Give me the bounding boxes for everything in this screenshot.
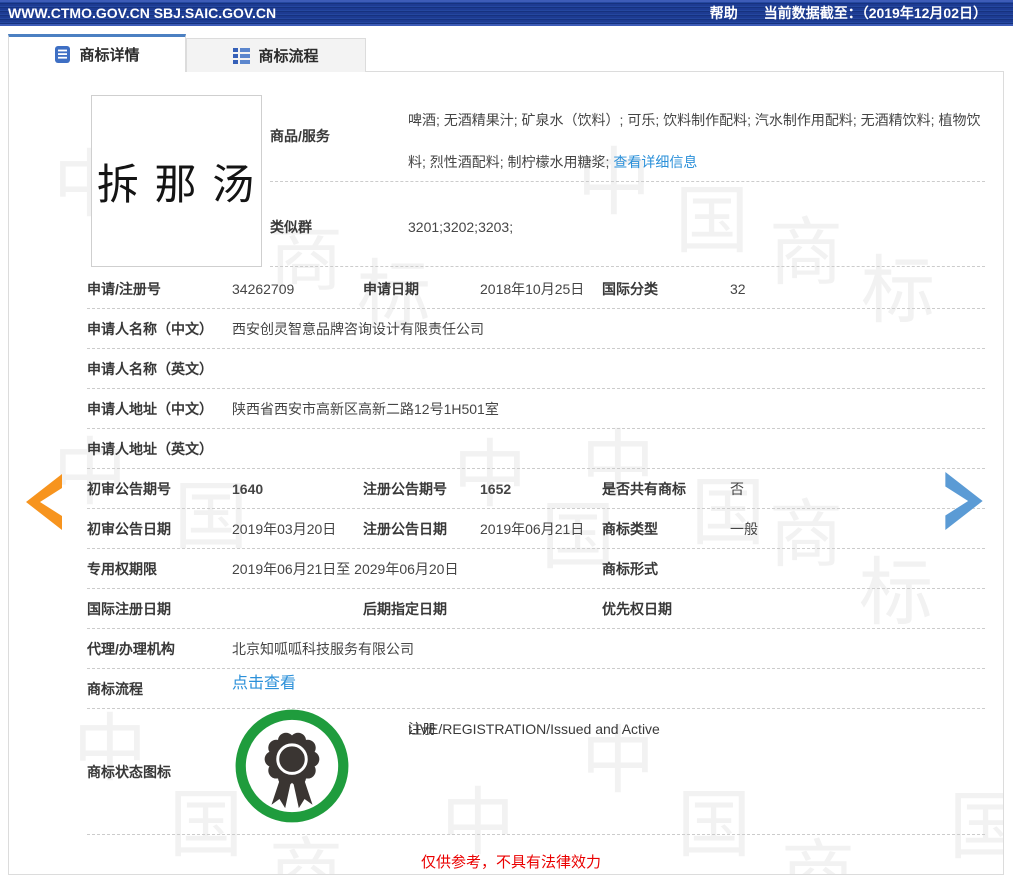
view-details-link[interactable]: 查看详细信息 xyxy=(613,154,697,170)
publication-date-row: 初审公告日期 2019年03月20日 注册公告日期 2019年06月21日 商标… xyxy=(87,509,985,549)
field-label: 申请人名称（中文） xyxy=(87,309,213,349)
field-label: 类似群 xyxy=(270,207,312,247)
field-value: 西安创灵智意品牌咨询设计有限责任公司 xyxy=(232,309,484,349)
field-value: 2019年06月21日至 2029年06月20日 xyxy=(232,549,458,589)
field-value: 北京知呱呱科技服务有限公司 xyxy=(232,629,414,669)
process-list-icon xyxy=(233,47,250,64)
tab-trademark-process[interactable]: 商标流程 xyxy=(186,38,366,72)
field-value: 否 xyxy=(730,469,744,509)
field-label: 商标形式 xyxy=(602,549,658,589)
field-value: 32 xyxy=(730,269,746,309)
goods-services-row: 商品/服务 啤酒; 无酒精果汁; 矿泉水（饮料）; 可乐; 饮料制作配料; 汽水… xyxy=(270,92,985,182)
tab-trademark-detail[interactable]: 商标详情 xyxy=(8,34,186,72)
process-row: 商标流程 点击查看 xyxy=(87,669,985,709)
field-label: 初审公告日期 xyxy=(87,509,171,549)
field-label: 商标类型 xyxy=(602,509,658,549)
field-label: 申请人名称（英文） xyxy=(87,349,213,389)
field-value: 2019年06月21日 xyxy=(480,509,584,549)
registered-ribbon-icon xyxy=(235,709,349,823)
field-value: 一般 xyxy=(730,509,758,549)
intl-dates-row: 国际注册日期 后期指定日期 优先权日期 xyxy=(87,589,985,629)
next-arrow-button[interactable] xyxy=(944,472,984,535)
address-cn-row: 申请人地址（中文） 陕西省西安市高新区高新二路12号1H501室 xyxy=(87,389,985,429)
agency-row: 代理/办理机构 北京知呱呱科技服务有限公司 xyxy=(87,629,985,669)
site-domains: WWW.CTMO.GOV.CN SBJ.SAIC.GOV.CN xyxy=(8,5,276,21)
field-label: 后期指定日期 xyxy=(363,589,447,629)
watermark-glyph: 商 xyxy=(269,836,343,875)
applicant-en-row: 申请人名称（英文） xyxy=(87,349,985,389)
status-text-en: LIVE/REGISTRATION/Issued and Active xyxy=(408,709,660,749)
field-label: 申请/注册号 xyxy=(87,269,161,309)
help-link[interactable]: 帮助 xyxy=(710,3,738,23)
similar-group-row: 类似群 3201;3202;3203; xyxy=(270,182,985,267)
tab-bar: 商标详情 商标流程 xyxy=(8,34,366,72)
term-row: 专用权期限 2019年06月21日至 2029年06月20日 商标形式 xyxy=(87,549,985,589)
status-text-cn: 注册 xyxy=(408,709,436,749)
field-value: 3201;3202;3203; xyxy=(408,207,513,247)
field-value: 陕西省西安市高新区高新二路12号1H501室 xyxy=(232,389,499,429)
previous-arrow-button[interactable] xyxy=(26,474,62,535)
top-bar: WWW.CTMO.GOV.CN SBJ.SAIC.GOV.CN 帮助 当前数据截… xyxy=(0,0,1013,26)
field-label: 申请人地址（中文） xyxy=(87,389,213,429)
field-label: 是否共有商标 xyxy=(602,469,686,509)
field-label: 申请日期 xyxy=(363,269,419,309)
field-label: 注册公告日期 xyxy=(363,509,447,549)
field-label: 初审公告期号 xyxy=(87,469,171,509)
field-value: 1652 xyxy=(480,469,511,509)
trademark-detail-panel: 中商标中国商标中国中国中国商标中国商中中国商国 拆 那 汤 商品/服务 啤酒; … xyxy=(8,71,1004,875)
click-to-view-link[interactable]: 点击查看 xyxy=(232,669,296,693)
detail-list-icon xyxy=(54,46,71,63)
field-value: 2019年03月20日 xyxy=(232,509,336,549)
legal-disclaimer: 仅供参考，不具有法律效力 xyxy=(421,851,601,872)
tab-label: 商标详情 xyxy=(79,44,139,65)
field-label: 商标流程 xyxy=(87,669,143,709)
field-label: 国际分类 xyxy=(602,269,658,309)
field-label: 专用权期限 xyxy=(87,549,157,589)
field-label: 商标状态图标 xyxy=(87,709,171,835)
field-label: 代理/办理机构 xyxy=(87,629,175,669)
field-label: 国际注册日期 xyxy=(87,589,171,629)
field-value: 1640 xyxy=(232,469,263,509)
reg-no-row: 申请/注册号 34262709 申请日期 2018年10月25日 国际分类 32 xyxy=(87,269,985,309)
field-label: 注册公告期号 xyxy=(363,469,447,509)
field-value: 2018年10月25日 xyxy=(480,269,584,309)
trademark-image: 拆 那 汤 xyxy=(91,95,262,267)
address-en-row: 申请人地址（英文） xyxy=(87,429,985,469)
field-label: 商品/服务 xyxy=(270,126,330,146)
applicant-cn-row: 申请人名称（中文） 西安创灵智意品牌咨询设计有限责任公司 xyxy=(87,309,985,349)
tab-label: 商标流程 xyxy=(258,45,318,66)
data-cutoff-date: 当前数据截至：（2019年12月02日） xyxy=(764,3,987,23)
publication-no-row: 初审公告期号 1640 注册公告期号 1652 是否共有商标 否 xyxy=(87,469,985,509)
trademark-text: 拆 那 汤 xyxy=(97,151,256,212)
goods-services-value: 啤酒; 无酒精果汁; 矿泉水（饮料）; 可乐; 饮料制作配料; 汽水制作用配料;… xyxy=(408,99,986,183)
watermark-glyph: 商 xyxy=(781,838,855,875)
field-value: 34262709 xyxy=(232,269,294,309)
field-label: 优先权日期 xyxy=(602,589,672,629)
status-row: 商标状态图标 LIVE/REGISTRATION/Issued and Acti… xyxy=(87,709,985,835)
field-label: 申请人地址（英文） xyxy=(87,429,213,469)
